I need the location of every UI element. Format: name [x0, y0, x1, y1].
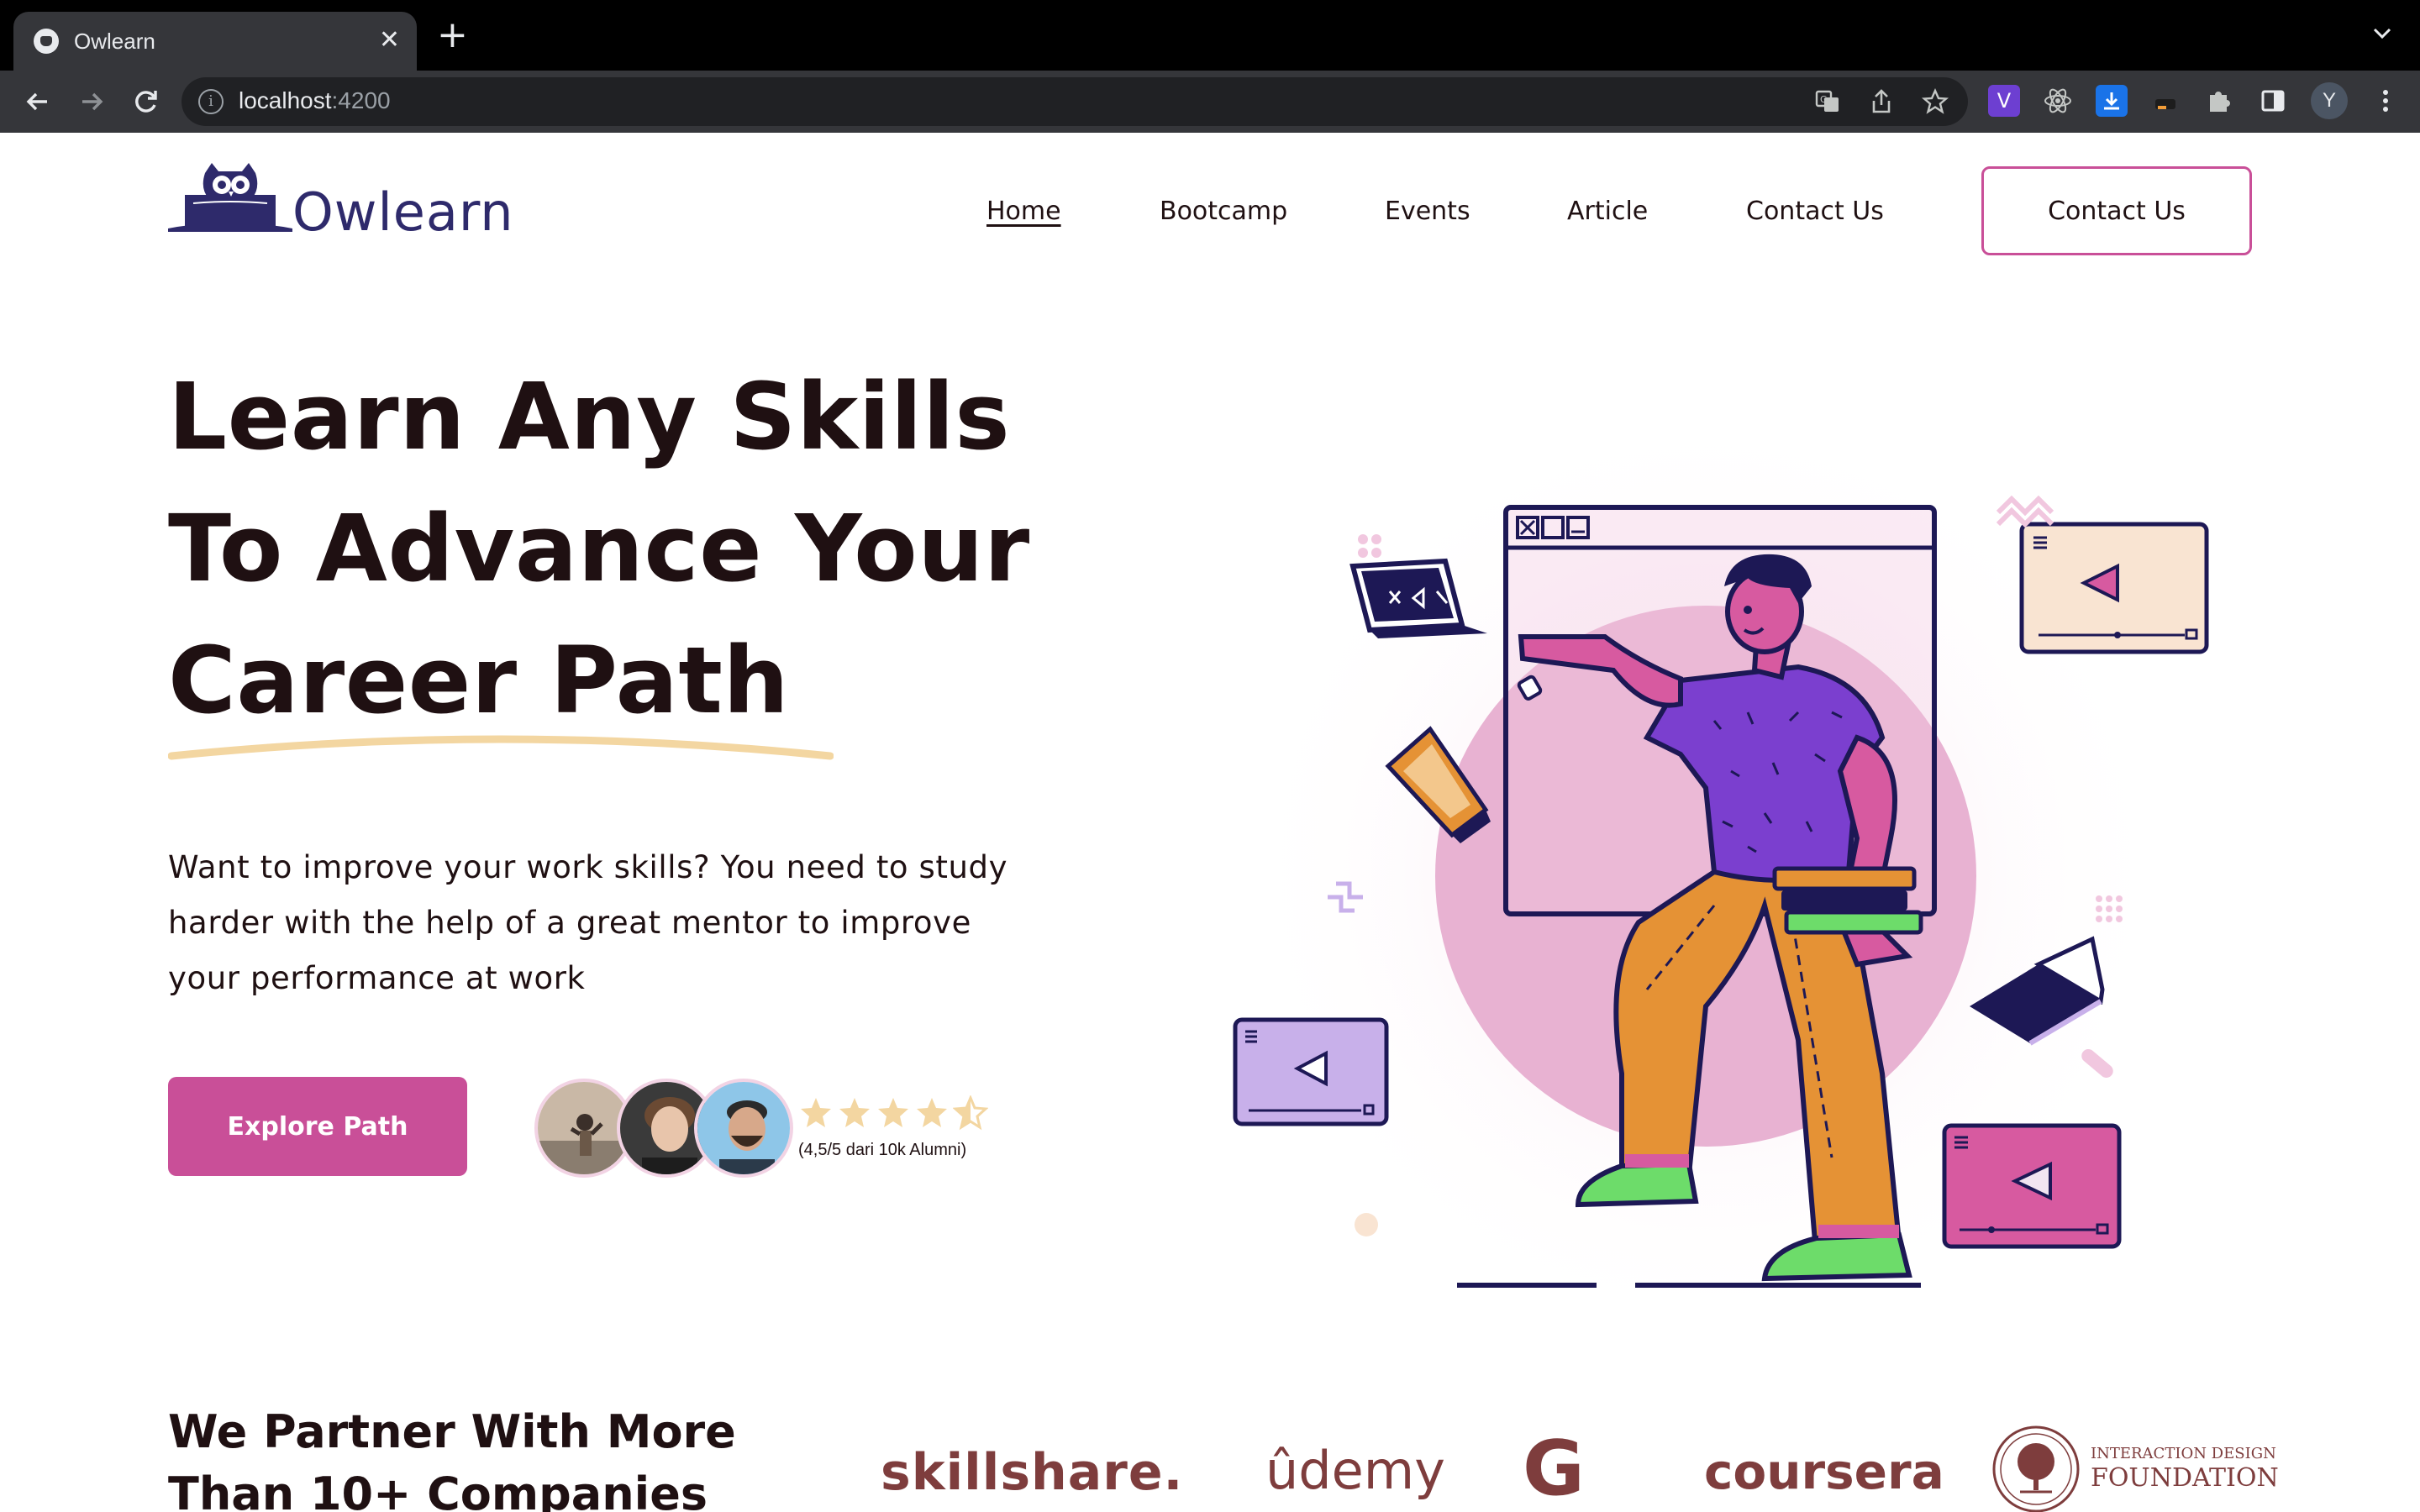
nav-events[interactable]: Events — [1385, 197, 1470, 226]
owlearn-logo[interactable]: Owlearn — [168, 151, 521, 244]
forward-arrow-icon[interactable] — [74, 84, 109, 119]
partners-title-line: Than 10+ Companies — [168, 1467, 708, 1512]
close-tab-icon[interactable]: ✕ — [379, 24, 400, 57]
browser-chrome: Owlearn ✕ + i localhost:4200 G V Y — [0, 0, 2420, 133]
hero-illustration — [1233, 402, 2209, 1309]
site-info-icon[interactable]: i — [198, 89, 224, 114]
idf-tree-emblem-icon — [1992, 1425, 2080, 1512]
browser-tab[interactable]: Owlearn ✕ — [13, 12, 417, 71]
bookmark-star-icon[interactable] — [1921, 87, 1949, 116]
svg-text:G: G — [1820, 94, 1828, 105]
explore-path-button[interactable]: Explore Path — [168, 1077, 467, 1176]
video-card-beige — [2019, 522, 2209, 654]
nav-contact-us[interactable]: Contact Us — [1746, 197, 1884, 226]
url-text[interactable]: localhost:4200 — [239, 87, 391, 114]
logo-text: Owlearn — [292, 181, 514, 243]
reload-icon[interactable] — [128, 84, 163, 119]
rating-stars — [798, 1095, 988, 1131]
video-card-pink — [1942, 1123, 2122, 1249]
tab-search-chevron-icon[interactable] — [2370, 20, 2395, 49]
hero-underline-decoration — [168, 735, 834, 760]
nav-home[interactable]: Home — [986, 197, 1061, 226]
translate-icon[interactable]: G — [1813, 87, 1842, 116]
hero-title-line: Learn Any Skills — [168, 363, 1011, 470]
partners-title-line: We Partner With More — [168, 1405, 736, 1458]
star-icon — [801, 1098, 831, 1127]
share-icon[interactable] — [1867, 87, 1896, 116]
side-panel-icon[interactable] — [2257, 85, 2289, 117]
hero-title: Learn Any Skills To Advance Your Career … — [168, 351, 1092, 747]
vue-devtools-extension-icon[interactable]: V — [1988, 85, 2020, 117]
partners-title: We Partner With More Than 10+ Companies — [168, 1401, 736, 1512]
hero-description: Want to improve your work skills? You ne… — [168, 849, 1008, 996]
download-extension-icon[interactable] — [2096, 85, 2128, 117]
sloth-extension-icon[interactable] — [2149, 85, 2181, 117]
skillshare-logo: skillshare. — [881, 1443, 1184, 1502]
page-content: Owlearn Home Bootcamp Events Article Con… — [0, 133, 2420, 1512]
profile-avatar[interactable]: Y — [2311, 82, 2348, 119]
owl-favicon-icon — [34, 29, 59, 54]
back-arrow-icon[interactable] — [20, 84, 55, 119]
extensions-puzzle-icon[interactable] — [2203, 85, 2235, 117]
coursera-logo: coursera — [1704, 1443, 1944, 1500]
owl-logo-icon — [168, 163, 292, 232]
alumni-rating: (4,5/5 dari 10k Alumni) — [534, 1074, 988, 1183]
tab-strip: Owlearn ✕ + — [0, 0, 2420, 71]
browser-toolbar: i localhost:4200 G V Y — [0, 71, 2420, 133]
star-icon — [878, 1098, 908, 1127]
video-card-lavender — [1233, 1017, 1389, 1126]
interaction-design-foundation-logo: INTERACTION DESIGN FOUNDATION — [1991, 1425, 2279, 1512]
rating-text: (4,5/5 dari 10k Alumni) — [798, 1141, 967, 1159]
contact-us-button[interactable]: Contact Us — [1981, 166, 2252, 255]
hero-title-line: Career Path — [168, 627, 790, 734]
hero-title-line: To Advance Your — [168, 495, 1030, 602]
alumni-avatar — [694, 1079, 793, 1178]
nav-article[interactable]: Article — [1567, 197, 1648, 226]
browser-menu-icon[interactable] — [2370, 85, 2402, 117]
half-star-icon — [953, 1095, 988, 1131]
idf-small-text: INTERACTION DESIGN — [2091, 1445, 2276, 1462]
react-devtools-extension-icon[interactable] — [2042, 85, 2074, 117]
tab-title: Owlearn — [74, 29, 155, 54]
nav-bootcamp[interactable]: Bootcamp — [1160, 197, 1287, 226]
udemy-logo: ûdemy — [1265, 1440, 1445, 1501]
star-icon — [839, 1098, 870, 1127]
star-icon — [917, 1098, 947, 1127]
idf-big-text: FOUNDATION — [2091, 1463, 2279, 1493]
new-tab-icon[interactable]: + — [437, 17, 468, 54]
address-bar[interactable]: i localhost:4200 G — [182, 77, 1968, 126]
google-logo: G — [1523, 1425, 1585, 1512]
